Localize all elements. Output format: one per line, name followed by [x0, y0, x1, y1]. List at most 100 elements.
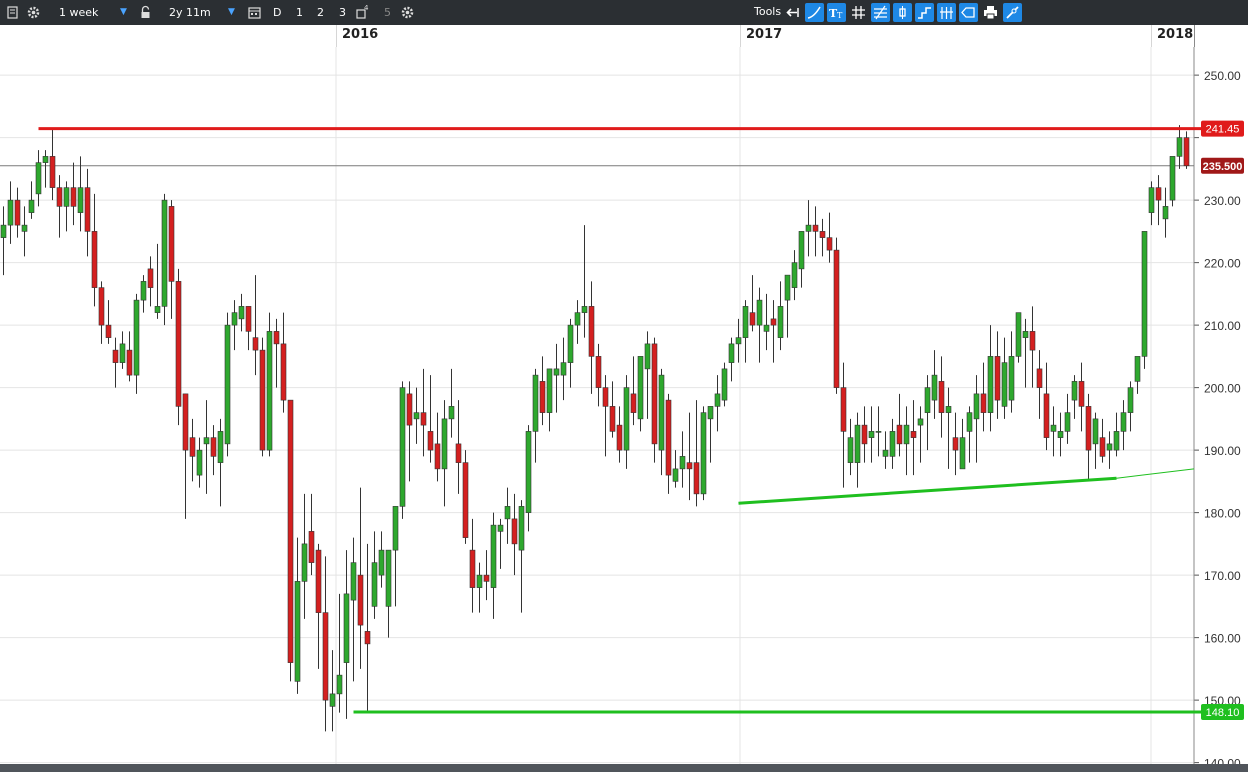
- candle-body: [854, 424, 861, 463]
- settings-icon[interactable]: [24, 3, 43, 22]
- candle-body: [623, 387, 630, 451]
- draw-settings-icon[interactable]: [1003, 3, 1022, 22]
- candle-body: [644, 343, 651, 370]
- candle-body: [525, 431, 532, 513]
- candle-body: [917, 418, 924, 426]
- candle-body: [1064, 412, 1071, 432]
- bottom-bar: [0, 764, 1248, 772]
- fibonacci-tool-icon[interactable]: [871, 3, 890, 22]
- candle-body: [497, 524, 504, 532]
- candle-body: [1155, 187, 1162, 201]
- text-tool-icon[interactable]: TT: [827, 3, 846, 22]
- candle-body: [595, 356, 602, 388]
- candle-body: [1127, 387, 1134, 413]
- support-price-label: 148.10: [1206, 707, 1240, 719]
- candle-body: [252, 337, 259, 351]
- candle-body: [91, 231, 98, 288]
- tag-tool-icon[interactable]: [959, 3, 978, 22]
- candle-body: [742, 306, 749, 338]
- candle-body: [581, 306, 588, 313]
- candle-body: [903, 424, 910, 445]
- candle-body: [868, 431, 875, 438]
- candle-body: [686, 462, 693, 470]
- candle-body: [1148, 187, 1155, 213]
- period-button-d[interactable]: D: [273, 3, 281, 22]
- y-tick-label: 200.00: [1204, 382, 1241, 396]
- trendline-tool-icon[interactable]: [805, 3, 824, 22]
- candle-body: [196, 449, 203, 476]
- candle-body: [777, 306, 784, 338]
- candle-body: [84, 187, 91, 232]
- candle-body: [105, 324, 112, 338]
- arrow-left-icon[interactable]: [783, 3, 802, 22]
- y-tick-label: 160.00: [1204, 632, 1241, 646]
- candle-body: [959, 437, 966, 470]
- print-icon[interactable]: [981, 3, 1000, 22]
- period-button-1[interactable]: 1: [296, 3, 303, 22]
- candle-body: [336, 674, 343, 695]
- svg-text:4: 4: [364, 4, 369, 12]
- candle-body: [1106, 443, 1113, 451]
- period-button-3[interactable]: 3: [339, 3, 346, 22]
- candle-body: [567, 324, 574, 363]
- candle-body: [553, 368, 560, 376]
- candle-body: [1162, 206, 1169, 220]
- step-tool-icon[interactable]: [915, 3, 934, 22]
- lock-icon[interactable]: [136, 3, 155, 22]
- candle-body: [504, 506, 511, 520]
- period-button-2[interactable]: 2: [317, 3, 324, 22]
- candle-body: [133, 299, 140, 376]
- candle-body: [483, 574, 490, 582]
- candle-body: [343, 593, 350, 663]
- pitchfork-tool-icon[interactable]: [937, 3, 956, 22]
- gear-icon[interactable]: [398, 3, 417, 22]
- price-chart: 140.00150.00160.00170.00180.00190.00200.…: [0, 47, 1248, 764]
- grid-tool-icon[interactable]: [849, 3, 868, 22]
- candle-body: [616, 424, 623, 451]
- interval-select[interactable]: 1 week ▼: [46, 3, 131, 22]
- candle-body: [651, 343, 658, 445]
- candle-body: [1141, 231, 1148, 357]
- candle-body: [1029, 331, 1036, 351]
- candle-body: [1176, 137, 1183, 157]
- candle-body: [245, 306, 252, 332]
- candle-body: [924, 387, 931, 413]
- candle-body: [679, 456, 686, 470]
- menu-icon[interactable]: [3, 3, 22, 22]
- candle-body: [399, 387, 406, 507]
- candle-body: [672, 468, 679, 482]
- candle-tool-icon[interactable]: [893, 3, 912, 22]
- candle-body: [588, 306, 595, 357]
- period-button-5[interactable]: 5: [384, 3, 391, 22]
- candle-body: [56, 187, 63, 207]
- candle-body: [539, 381, 546, 413]
- candle-body: [945, 406, 952, 413]
- candle-body: [791, 262, 798, 288]
- candle-body: [882, 449, 889, 457]
- y-tick-label: 140.00: [1204, 757, 1241, 764]
- candle-body: [931, 374, 938, 401]
- candle-body: [1169, 156, 1176, 201]
- date-axis: 2016 2017 2018: [0, 25, 1248, 48]
- candle-body: [707, 406, 714, 420]
- interval-value: 1 week: [59, 6, 99, 19]
- stack-icon[interactable]: 4: [352, 3, 371, 22]
- calendar-icon[interactable]: [245, 3, 264, 22]
- candle-body: [910, 431, 917, 438]
- candle-body: [273, 331, 280, 345]
- candle-body: [280, 343, 287, 401]
- candle-body: [693, 462, 700, 495]
- candle-body: [847, 437, 854, 463]
- year-separator: [740, 25, 741, 47]
- candle-body: [49, 156, 56, 188]
- x-axis-label-2017: 2017: [746, 27, 783, 42]
- y-tick-label: 230.00: [1204, 194, 1241, 208]
- candle-body: [994, 356, 1001, 401]
- candle-body: [357, 574, 364, 626]
- range-select[interactable]: 2y 11m ▼: [156, 3, 241, 22]
- candle-body: [1036, 368, 1043, 388]
- candle-body: [378, 549, 385, 576]
- candle-body: [28, 199, 35, 213]
- candle-body: [7, 199, 14, 226]
- candle-body: [756, 299, 763, 326]
